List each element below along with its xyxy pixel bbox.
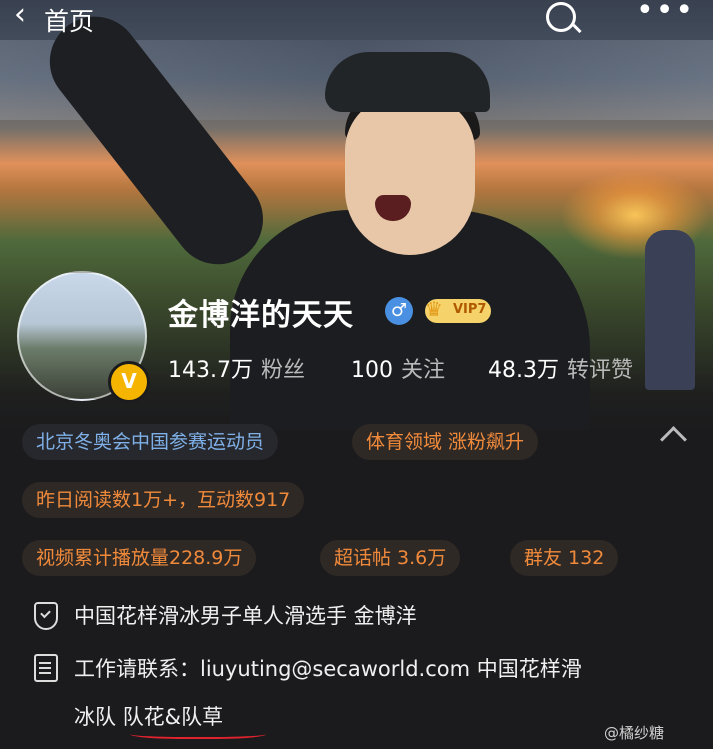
vip-level: VIP7	[453, 302, 487, 317]
more-icon[interactable]: •••	[636, 0, 695, 26]
stat-interactions-label: 转评赞	[567, 358, 634, 383]
crown-icon: ♛	[425, 297, 443, 321]
tag-olympic-athlete[interactable]: 北京冬奥会中国参赛运动员	[22, 424, 279, 460]
contact-text-team: 冰队	[74, 705, 123, 729]
stat-following-count: 100	[351, 358, 393, 383]
profile-name: 金博洋的天天	[168, 298, 354, 333]
vip-badge[interactable]: ♛ VIP7	[425, 297, 491, 323]
stat-interactions-count: 48.3万	[488, 358, 559, 383]
stat-interactions[interactable]: 48.3万 转评赞	[488, 352, 633, 384]
tag-supertopic-posts[interactable]: 超话帖 3.6万	[320, 540, 461, 576]
verified-badge-icon: V	[108, 361, 150, 403]
tag-sports-trending[interactable]: 体育领域 涨粉飙升	[352, 424, 539, 460]
tag-group-friends[interactable]: 群友 132	[510, 540, 619, 576]
tag-video-plays[interactable]: 视频累计播放量228.9万	[22, 540, 257, 576]
verification-text: 中国花样滑冰男子单人滑选手 金博洋	[74, 604, 417, 628]
stat-following-label: 关注	[401, 358, 446, 383]
stat-following[interactable]: 100 关注	[351, 352, 445, 384]
tag-daily-reads[interactable]: 昨日阅读数1万+，互动数917	[22, 482, 305, 518]
cover-person-cap	[325, 52, 490, 112]
chevron-left-icon[interactable]: ‹	[14, 0, 26, 30]
stat-followers-count: 143.7万	[168, 358, 253, 383]
cover-person-face	[345, 95, 475, 255]
document-icon	[34, 654, 58, 682]
red-underline-annotation	[130, 727, 266, 739]
cover-background-person	[645, 230, 695, 390]
contact-text-highlight: 队花&队草	[122, 705, 224, 729]
search-icon[interactable]	[546, 2, 576, 32]
stat-followers-label: 粉丝	[260, 358, 305, 383]
stat-followers[interactable]: 143.7万 粉丝	[168, 352, 305, 384]
contact-text[interactable]: 工作请联系：liuyuting@secaworld.com 中国花样滑	[74, 653, 582, 683]
male-gender-icon: ♂	[385, 297, 413, 325]
weibo-watermark: @橘纱糖	[604, 724, 665, 742]
shield-check-icon	[34, 602, 58, 630]
chevron-up-icon[interactable]	[660, 426, 687, 453]
back-label[interactable]: 首页	[44, 2, 94, 38]
top-bar: ‹ 首页 •••	[0, 0, 713, 40]
